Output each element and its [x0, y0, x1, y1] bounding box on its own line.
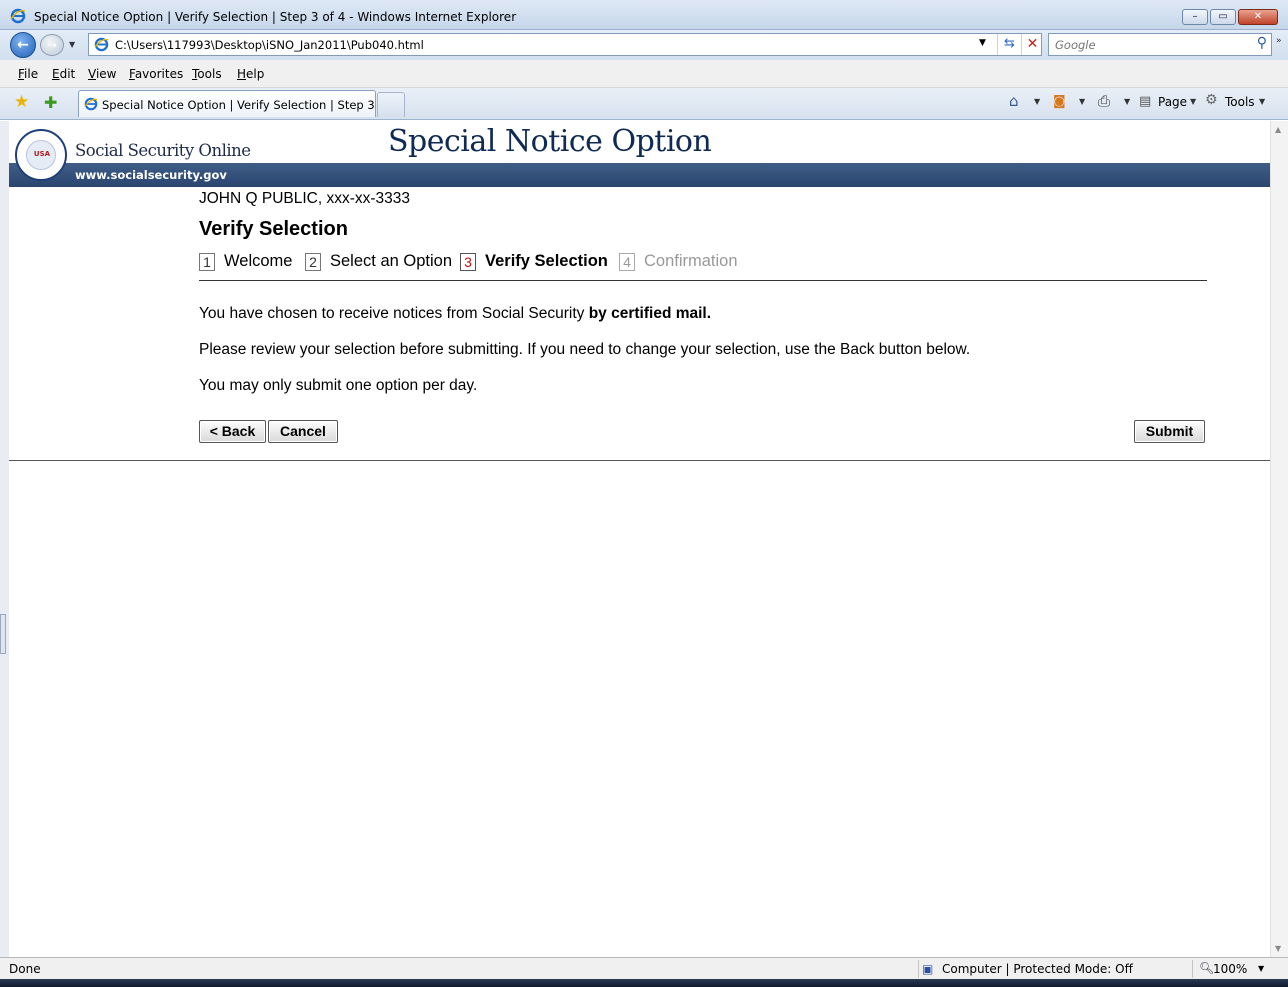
page-ie-icon	[94, 37, 109, 55]
home-dropdown-icon[interactable]: ▼	[1034, 97, 1040, 106]
home-icon[interactable]: ⌂	[1009, 92, 1019, 110]
seal-usa-text: USA	[33, 150, 51, 158]
site-nav-bar: www.socialsecurity.gov	[9, 163, 1270, 187]
page-banner-title: Special Notice Option	[388, 124, 712, 159]
status-text: Done	[9, 962, 41, 976]
scroll-up-icon[interactable]: ▲	[1275, 125, 1281, 134]
tab-label: Special Notice Option | Verify Selection…	[102, 98, 401, 112]
page-title: Verify Selection	[199, 218, 348, 240]
stop-icon[interactable]: ✕	[1021, 34, 1043, 55]
tab-bar: ★ ✚ Special Notice Option | Verify Selec…	[0, 88, 1288, 120]
menu-favorites[interactable]: Favorites	[129, 67, 183, 81]
step-label: Confirmation	[644, 252, 738, 270]
steps-divider	[199, 280, 1207, 281]
computer-zone-icon: ▣	[922, 962, 934, 976]
scroll-down-icon[interactable]: ▼	[1275, 944, 1281, 953]
back-nav-button[interactable]: ←	[10, 32, 36, 58]
page-icon[interactable]: ▤	[1139, 94, 1151, 109]
window-controls: – ▭ ✕	[1182, 9, 1278, 25]
address-dropdown-icon[interactable]: ▼	[979, 38, 986, 48]
site-header: Social Security Online Special Notice Op…	[9, 121, 1270, 163]
feeds-dropdown-icon[interactable]: ▼	[1079, 97, 1085, 106]
page-dropdown-icon[interactable]: ▼	[1190, 97, 1196, 106]
new-tab-button[interactable]	[377, 92, 405, 117]
resize-grip[interactable]	[0, 614, 6, 654]
close-window-button[interactable]: ✕	[1238, 9, 1278, 25]
site-brand[interactable]: Social Security Online	[75, 141, 251, 160]
menu-tools[interactable]: Tools	[192, 67, 222, 81]
page-menu[interactable]: Page	[1158, 95, 1187, 109]
step-label: Welcome	[224, 252, 293, 270]
user-identity: JOHN Q PUBLIC, xxx-xx-3333	[199, 190, 411, 207]
menu-file[interactable]: File	[18, 67, 38, 81]
vertical-scrollbar[interactable]: ▲ ▼	[1270, 121, 1288, 957]
feeds-icon[interactable]: ◙	[1053, 94, 1066, 109]
favorites-star-icon[interactable]: ★	[14, 92, 29, 112]
gear-icon[interactable]: ⚙	[1205, 92, 1218, 108]
step-number: 1	[199, 252, 215, 271]
step-select-option: 2 Select an Option	[305, 252, 452, 271]
page-content: Social Security Online Special Notice Op…	[9, 121, 1270, 957]
step-confirmation: 4 Confirmation	[619, 252, 738, 271]
menu-edit[interactable]: Edit	[52, 67, 75, 81]
print-icon[interactable]: ⎙	[1098, 92, 1110, 110]
address-box: ▼ ⇆ ✕	[88, 33, 1042, 56]
ie-logo-icon	[10, 8, 26, 27]
seal-eagle-icon: USA	[26, 140, 56, 170]
selection-summary: You have chosen to receive notices from …	[199, 305, 711, 323]
maximize-button[interactable]: ▭	[1210, 9, 1236, 25]
zoom-level[interactable]: 100%	[1213, 962, 1247, 976]
cancel-button[interactable]: Cancel	[268, 420, 338, 443]
menu-bar: File Edit View Favorites Tools Help	[0, 60, 1288, 88]
step-number: 4	[619, 252, 635, 271]
taskbar	[0, 979, 1288, 987]
address-input[interactable]	[115, 38, 975, 52]
submit-limit-note: You may only submit one option per day.	[199, 377, 478, 394]
search-input[interactable]	[1055, 38, 1245, 52]
forward-nav-button[interactable]: →	[40, 34, 64, 56]
selected-option: by certified mail.	[588, 305, 712, 322]
refresh-icon[interactable]: ⇆	[997, 34, 1021, 55]
status-divider	[1192, 960, 1193, 978]
tools-menu[interactable]: Tools	[1225, 95, 1255, 109]
ssa-seal-logo[interactable]: USA	[15, 129, 67, 181]
print-dropdown-icon[interactable]: ▼	[1124, 97, 1130, 106]
add-favorite-icon[interactable]: ✚	[44, 93, 57, 112]
tools-dropdown-icon[interactable]: ▼	[1259, 97, 1265, 106]
tab-ie-icon	[84, 97, 98, 114]
step-welcome: 1 Welcome	[199, 252, 292, 271]
recent-pages-dropdown-icon[interactable]: ▼	[69, 40, 75, 49]
menu-help[interactable]: Help	[237, 67, 264, 81]
site-url[interactable]: www.socialsecurity.gov	[75, 168, 227, 182]
step-number: 2	[305, 252, 321, 271]
selection-summary-text: You have chosen to receive notices from …	[199, 305, 589, 322]
submit-button[interactable]: Submit	[1134, 420, 1205, 443]
window-titlebar: Special Notice Option | Verify Selection…	[0, 0, 1288, 30]
window-left-edge	[0, 121, 9, 957]
toolbar-overflow-icon[interactable]: »	[1276, 36, 1282, 46]
status-bar: Done ▣ Computer | Protected Mode: Off 🔍︎…	[0, 957, 1288, 979]
step-label: Select an Option	[330, 252, 452, 270]
content-divider	[9, 460, 1270, 461]
security-zone-text[interactable]: Computer | Protected Mode: Off	[942, 962, 1133, 976]
step-label: Verify Selection	[485, 252, 608, 270]
zoom-dropdown-icon[interactable]: ▼	[1258, 964, 1264, 973]
window-title: Special Notice Option | Verify Selection…	[34, 10, 517, 24]
back-button[interactable]: < Back	[199, 420, 266, 443]
zoom-icon[interactable]: 🔍︎	[1199, 961, 1214, 975]
menu-view[interactable]: View	[88, 67, 116, 81]
status-divider	[918, 960, 919, 978]
tab-active[interactable]: Special Notice Option | Verify Selection…	[78, 90, 400, 117]
search-box: ⚲	[1048, 33, 1272, 56]
step-verify-selection: 3 Verify Selection	[460, 252, 608, 271]
step-number: 3	[460, 252, 476, 271]
search-icon[interactable]: ⚲	[1257, 35, 1267, 51]
review-instructions: Please review your selection before subm…	[199, 341, 971, 358]
minimize-button[interactable]: –	[1182, 9, 1208, 25]
